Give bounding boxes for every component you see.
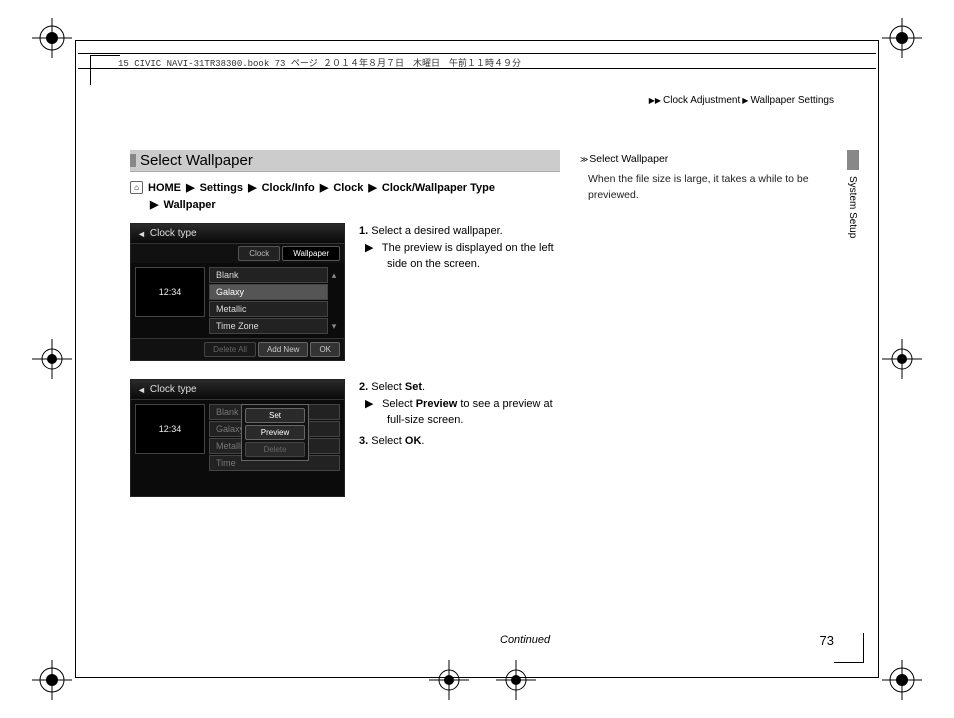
preview-time: 12:34 (159, 424, 182, 434)
step-keyword: Set (405, 381, 422, 393)
list-item[interactable]: Galaxy (209, 284, 328, 300)
preview-button[interactable]: Preview (245, 425, 305, 440)
path-item: Clock/Wallpaper Type (382, 182, 495, 194)
cropmark-icon (882, 339, 922, 379)
section-heading: Select Wallpaper (130, 150, 560, 172)
step-keyword: OK (405, 435, 422, 447)
instruction-steps: 2. Select Set. ▶ Select Preview to see a… (359, 379, 560, 497)
wallpaper-preview: 12:34 (135, 404, 205, 454)
note-marker-icon: ≫ (580, 155, 586, 164)
book-source-header: 15 CIVIC NAVI-31TR38300.book 73 ページ ２０１４… (78, 53, 876, 69)
triangle-icon: ▶ (248, 180, 256, 197)
scroll-down-icon[interactable]: ▾ (328, 321, 340, 332)
add-new-button[interactable]: Add New (258, 342, 308, 357)
triangle-icon: ▶ (742, 96, 748, 105)
path-item: Settings (200, 182, 243, 194)
cropmark-icon (882, 660, 922, 700)
triangle-icon: ▶▶ (649, 96, 661, 105)
note-body-text: When the file size is large, it takes a … (580, 172, 830, 204)
screenshot-clock-type-list: ◄ Clock type Clock Wallpaper 12:34 Blank… (130, 223, 345, 361)
step-keyword: Preview (416, 398, 458, 410)
cropmark-icon (882, 18, 922, 58)
back-icon[interactable]: ◄ (137, 229, 146, 239)
home-icon: ⌂ (130, 181, 143, 194)
path-item: Clock/Info (262, 182, 315, 194)
step-number: 2. (359, 381, 368, 393)
preview-time: 12:34 (159, 287, 182, 297)
step-text: Select (371, 381, 405, 393)
cropmark-icon (32, 339, 72, 379)
step-text: Select a desired wallpaper. (371, 225, 502, 237)
triangle-icon: ▶ (320, 180, 328, 197)
instruction-steps: 1. Select a desired wallpaper. ▶ The pre… (359, 223, 560, 361)
tab-wallpaper[interactable]: Wallpaper (282, 246, 340, 261)
path-item: Clock (333, 182, 363, 194)
chapter-tab-label: System Setup (847, 176, 858, 238)
delete-all-button[interactable]: Delete All (204, 342, 256, 357)
step-subtext: Select (382, 398, 416, 410)
screen-title-bar: ◄ Clock type (131, 224, 344, 244)
breadcrumb-part: Clock Adjustment (663, 95, 740, 106)
list-item[interactable]: Metallic (209, 301, 328, 317)
wallpaper-preview: 12:34 (135, 267, 205, 317)
step-number: 1. (359, 225, 368, 237)
tab-clock[interactable]: Clock (238, 246, 280, 261)
note-title-text: Select Wallpaper (589, 153, 668, 165)
breadcrumb-part: Wallpaper Settings (750, 95, 834, 106)
step-number: 3. (359, 435, 368, 447)
step-text: Select (371, 435, 405, 447)
back-icon[interactable]: ◄ (137, 385, 146, 395)
set-button[interactable]: Set (245, 408, 305, 423)
breadcrumb: ▶▶Clock Adjustment▶Wallpaper Settings (647, 95, 834, 106)
continued-label: Continued (500, 634, 550, 646)
chapter-tab: System Setup (847, 150, 859, 240)
chapter-tab-marker (847, 150, 859, 170)
screenshot-clock-type-popup: ◄ Clock type 12:34 Blank Galaxy Metallic… (130, 379, 345, 497)
scroll-up-icon[interactable]: ▴ (328, 270, 340, 281)
sidebar-note: ≫ Select Wallpaper When the file size is… (580, 152, 830, 203)
page-number: 73 (820, 633, 834, 648)
cropmark-icon (32, 18, 72, 58)
step-text: . (421, 435, 424, 447)
screen-title-bar: ◄ Clock type (131, 380, 344, 400)
step-subtext: The preview is displayed on the left sid… (382, 242, 554, 271)
menu-path: ⌂ HOME ▶ Settings ▶ Clock/Info ▶ Clock ▶… (130, 180, 560, 223)
path-item: Wallpaper (164, 199, 216, 211)
context-popup: Set Preview Delete (241, 404, 309, 461)
list-item[interactable]: Time Zone (209, 318, 328, 334)
ok-button[interactable]: OK (310, 342, 340, 357)
list-item[interactable]: Blank (209, 267, 328, 283)
delete-button[interactable]: Delete (245, 442, 305, 457)
path-item: HOME (148, 182, 181, 194)
step-text: . (422, 381, 425, 393)
screen-title: Clock type (150, 384, 197, 395)
triangle-icon: ▶ (186, 180, 194, 197)
corner-brace-icon (834, 633, 864, 663)
cropmark-icon (32, 660, 72, 700)
triangle-icon: ▶ (368, 180, 376, 197)
wallpaper-list: Blank▴ Galaxy Metallic Time Zone▾ (209, 267, 340, 334)
screen-title: Clock type (150, 228, 197, 239)
triangle-icon: ▶ (150, 197, 158, 214)
